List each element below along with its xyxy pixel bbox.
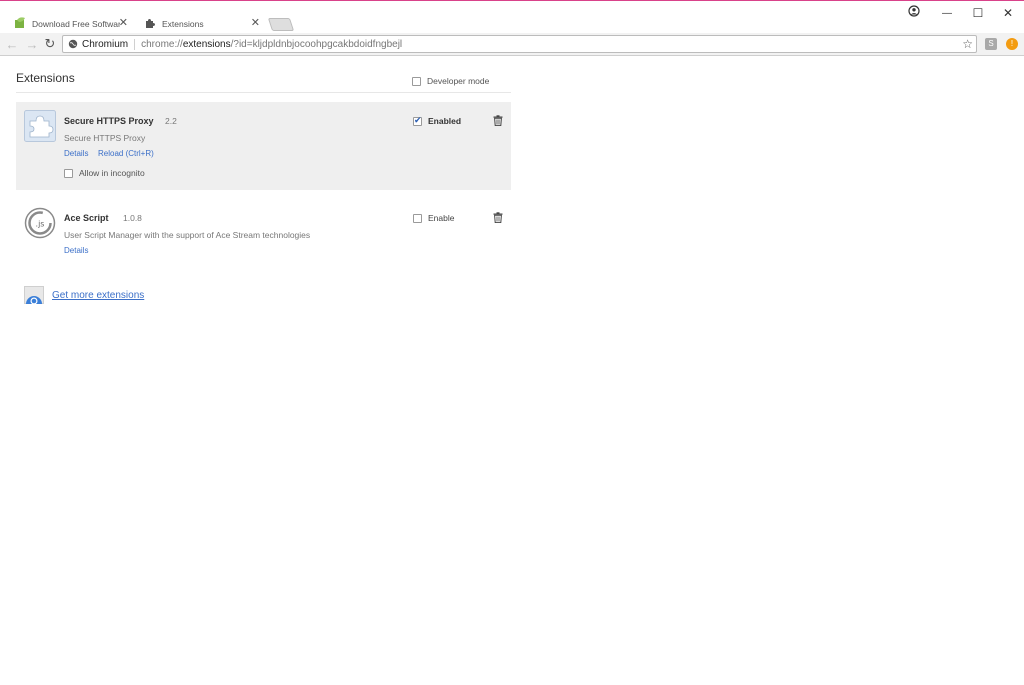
developer-mode-toggle[interactable]: Developer mode xyxy=(412,76,489,86)
forward-button[interactable]: → xyxy=(24,36,40,52)
enabled-checkbox[interactable] xyxy=(413,115,422,126)
enabled-toggle[interactable]: Enabled xyxy=(413,115,462,126)
browser-toolbar: ← → ↻ Chromium chrome://extensions/?id=k… xyxy=(0,33,1024,56)
tab-title: Extensions xyxy=(162,19,204,29)
extension-item-secure-https-proxy: Secure HTTPS Proxy 2.2 Secure HTTPS Prox… xyxy=(16,102,511,190)
extension-version: 2.2 xyxy=(165,116,177,126)
tab-close-icon[interactable]: ✕ xyxy=(251,17,260,29)
get-more-extensions-link[interactable]: Get more extensions xyxy=(52,290,144,301)
allow-incognito-checkbox[interactable] xyxy=(64,168,73,178)
bookmark-star-icon[interactable]: ☆ xyxy=(962,37,973,51)
ace-script-icon: .js xyxy=(24,207,56,239)
trash-icon[interactable] xyxy=(493,115,503,126)
allow-incognito-label: Allow in incognito xyxy=(79,168,145,178)
tab-download-free-software[interactable]: Download Free Software ✕ xyxy=(8,13,136,35)
page-title: Extensions xyxy=(16,71,75,85)
url-path: /?id=kljdpldnbjocoohpgcakbdoidfngbejl xyxy=(230,38,403,50)
puzzle-favicon-icon xyxy=(146,19,155,28)
enable-label: Enable xyxy=(428,213,455,223)
puzzle-icon xyxy=(24,110,56,142)
svg-text:.js: .js xyxy=(36,220,45,229)
minimize-button[interactable]: — xyxy=(932,3,962,23)
extension-name: Secure HTTPS Proxy xyxy=(64,116,154,126)
url-scheme: chrome:// xyxy=(141,38,183,50)
extension-alert-icon[interactable]: ! xyxy=(1006,38,1018,50)
extension-s-icon[interactable]: S xyxy=(985,38,997,50)
reload-button[interactable]: ↻ xyxy=(42,36,58,52)
back-button[interactable]: ← xyxy=(4,36,20,52)
trash-icon[interactable] xyxy=(493,212,503,223)
enable-checkbox[interactable] xyxy=(413,213,422,223)
address-bar[interactable]: Chromium chrome://extensions/?id=kljdpld… xyxy=(62,35,977,53)
close-window-button[interactable]: ✕ xyxy=(993,3,1023,23)
tab-close-icon[interactable]: ✕ xyxy=(119,17,128,29)
site-chip: Chromium xyxy=(82,38,136,50)
extension-description: User Script Manager with the support of … xyxy=(64,230,311,240)
title-bar: Download Free Software ✕ Extensions ✕ — … xyxy=(0,0,1024,35)
developer-mode-checkbox[interactable] xyxy=(412,76,421,86)
tab-title: Download Free Software xyxy=(32,19,120,29)
extension-item-ace-script: .js Ace Script 1.0.8 User Script Manager… xyxy=(16,200,511,260)
account-icon[interactable] xyxy=(899,4,929,18)
globe-icon xyxy=(68,39,78,49)
extension-name: Ace Script xyxy=(64,213,109,223)
url-host: extensions xyxy=(182,38,231,50)
developer-mode-label: Developer mode xyxy=(427,76,490,86)
reload-link[interactable]: Reload (Ctrl+R) xyxy=(98,149,154,158)
extension-version: 1.0.8 xyxy=(123,213,142,223)
allow-incognito-toggle[interactable]: Allow in incognito xyxy=(64,168,145,178)
details-link[interactable]: Details xyxy=(64,246,88,255)
maximize-button[interactable]: ☐ xyxy=(963,3,993,23)
new-tab-button[interactable] xyxy=(267,18,295,31)
divider xyxy=(16,92,511,93)
get-more-extensions[interactable]: Get more extensions xyxy=(24,286,144,304)
leaf-favicon-icon xyxy=(15,17,25,28)
enable-toggle[interactable]: Enable xyxy=(413,213,454,223)
url-text: chrome://extensions/?id=kljdpldnbjocoohp… xyxy=(141,39,402,50)
tab-extensions[interactable]: Extensions ✕ xyxy=(138,13,268,35)
web-store-icon xyxy=(24,286,44,304)
details-link[interactable]: Details xyxy=(64,149,88,158)
enabled-label: Enabled xyxy=(428,116,462,126)
extension-description: Secure HTTPS Proxy xyxy=(64,133,146,143)
